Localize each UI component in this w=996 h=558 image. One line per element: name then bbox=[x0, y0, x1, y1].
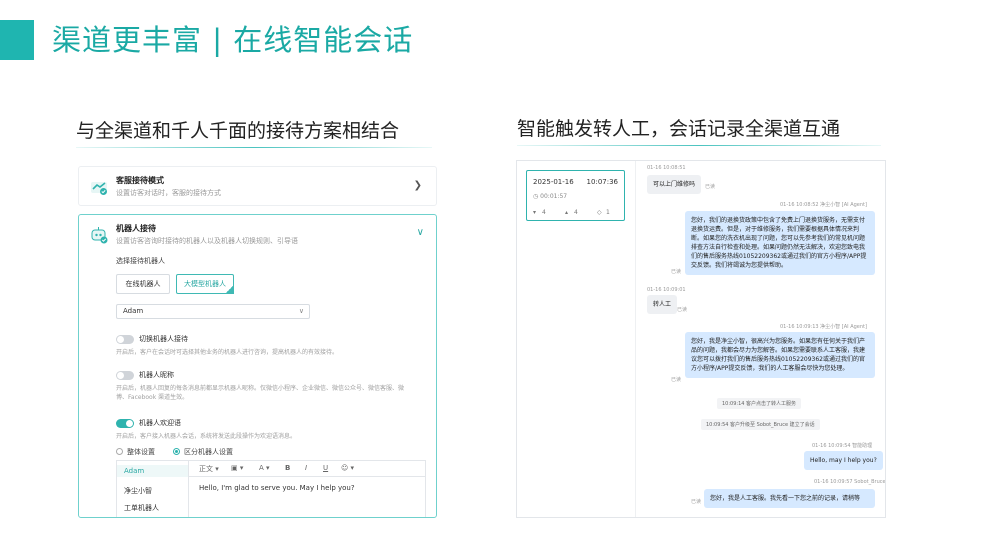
selected-corner-icon bbox=[225, 285, 234, 294]
settings-panel: 客服接待模式 设置访客对话时，客服的接待方式 ❯ 机器人接待 设置访客咨询时接待… bbox=[78, 166, 437, 518]
right-subtitle-underline bbox=[517, 145, 881, 146]
editor-toolbar: 正文 ▾ ▣ ▾ A ▾ B I U ☺ ▾ bbox=[189, 461, 425, 477]
stat-value: 4 bbox=[574, 209, 578, 216]
underline-icon[interactable]: U bbox=[323, 464, 328, 472]
per-robot-setting-radio[interactable] bbox=[173, 448, 180, 455]
per-robot-setting-label: 区分机器人设置 bbox=[184, 448, 233, 456]
paragraph-style-dropdown[interactable]: 正文 ▾ bbox=[199, 464, 219, 474]
left-subtitle: 与全渠道和千人千面的接待方案相结合 bbox=[76, 120, 400, 142]
message-meta: 01-16 10:09:54 智能助理 bbox=[812, 443, 873, 449]
choose-robot-label: 选择接待机器人 bbox=[116, 257, 165, 265]
robot-list: Adam 净尘小智 工单机器人 bbox=[117, 461, 189, 517]
robot-reception-title: 机器人接待 bbox=[116, 224, 156, 233]
message-meta: 01-16 10:09:57 Sobot_Bruce bbox=[814, 479, 886, 485]
chat-record-panel: 2025-01-16 10:07:36 ◷ 00:01:57 ▾ 4 ▴ 4 ◇… bbox=[516, 160, 886, 518]
reception-mode-title: 客服接待模式 bbox=[116, 176, 164, 185]
read-status: 已读 bbox=[671, 377, 682, 383]
overall-setting-radio[interactable] bbox=[116, 448, 123, 455]
switch-robot-toggle[interactable] bbox=[116, 335, 134, 344]
chevron-right-icon[interactable]: ❯ bbox=[414, 180, 422, 191]
robot-icon bbox=[91, 227, 108, 244]
robot-welcome-toggle[interactable] bbox=[116, 419, 134, 428]
bot-message: 您好，我是净尘小智，很高兴为您服务。如果您有任何关于我们产品的问题，我都会尽力为… bbox=[685, 332, 875, 378]
font-color-icon[interactable]: A ▾ bbox=[259, 464, 270, 472]
read-status: 已读 bbox=[671, 269, 682, 275]
session-date: 2025-01-16 bbox=[533, 178, 574, 186]
reception-mode-desc: 设置访客对话时，客服的接待方式 bbox=[116, 189, 221, 197]
customer-message: 可以上门维修吗 bbox=[647, 175, 702, 194]
switch-robot-label: 切换机器人接待 bbox=[139, 335, 188, 343]
welcome-message-text[interactable]: Hello, I'm glad to serve you. May I help… bbox=[199, 484, 355, 492]
read-status: 已读 bbox=[677, 307, 688, 313]
robot-reception-card: 机器人接待 设置访客咨询时接待的机器人以及机器人切换规则、引导语 ∨ 选择接待机… bbox=[78, 214, 437, 518]
emoji-icon[interactable]: ☺ ▾ bbox=[341, 464, 354, 472]
user-icon: ▴ bbox=[565, 209, 569, 216]
italic-icon[interactable]: I bbox=[305, 464, 307, 472]
session-card[interactable]: 2025-01-16 10:07:36 ◷ 00:01:57 ▾ 4 ▴ 4 ◇… bbox=[526, 170, 625, 221]
handshake-icon bbox=[91, 182, 107, 195]
session-duration: ◷ 00:01:57 bbox=[533, 193, 567, 200]
robot-nickname-toggle[interactable] bbox=[116, 371, 134, 380]
bold-icon[interactable]: B bbox=[285, 464, 290, 472]
system-notice: 10:09:54 客户升级至 Sobot_Bruce 建立了会话 bbox=[701, 419, 820, 430]
llm-robot-option-label: 大模型机器人 bbox=[184, 280, 226, 288]
message-meta: 01-16 10:09:13 净尘小智 [AI Agent] bbox=[780, 324, 867, 330]
image-icon[interactable]: ▣ ▾ bbox=[231, 464, 243, 472]
slide-title: 渠道更丰富 | 在线智能会话 bbox=[52, 23, 414, 57]
welcome-editor: Adam 净尘小智 工单机器人 正文 ▾ ▣ ▾ A ▾ B I U ☺ ▾ H… bbox=[116, 460, 426, 517]
robot-list-item[interactable]: 工单机器人 bbox=[124, 503, 159, 513]
signal-icon: ▾ bbox=[533, 209, 537, 216]
robot-select[interactable]: Adam ∨ bbox=[116, 304, 310, 319]
stat-value: 1 bbox=[606, 209, 610, 216]
robot-select-value: Adam bbox=[123, 307, 144, 315]
read-status: 已读 bbox=[705, 184, 716, 190]
robot-nickname-desc: 开启后，机器人回复的每条消息前都显示机器人昵称。仅微信小程序、企业微信、微信公众… bbox=[116, 385, 405, 401]
message-meta: 01-16 10:08:51 bbox=[647, 165, 686, 171]
message-meta: 01-16 10:08:52 净尘小智 [AI Agent] bbox=[780, 202, 867, 208]
message-meta: 01-16 10:09:01 bbox=[647, 287, 686, 293]
tag-icon: ◇ bbox=[597, 209, 602, 216]
customer-message: 转人工 bbox=[647, 295, 678, 314]
agent-message: 您好，我是人工客服。我先看一下您之前的记录，请稍等 bbox=[704, 489, 875, 508]
robot-welcome-desc: 开启后，客户接入机器人会话，系统将发送此段操作为欢迎语消息。 bbox=[116, 433, 297, 440]
robot-list-item[interactable]: Adam bbox=[124, 467, 144, 475]
clock-icon: ◷ bbox=[533, 193, 539, 200]
chevron-down-icon: ∨ bbox=[298, 307, 304, 315]
title-accent-bar bbox=[0, 20, 34, 60]
bot-message: 您好，我们的退换货政策中包含了免费上门退换货服务，无需支付退换货运费。但是，对于… bbox=[685, 211, 875, 275]
robot-welcome-label: 机器人欢迎语 bbox=[139, 419, 181, 427]
left-subtitle-underline bbox=[76, 147, 432, 148]
read-status: 已读 bbox=[691, 499, 702, 505]
panel-divider bbox=[635, 161, 636, 517]
right-subtitle: 智能触发转人工，会话记录全渠道互通 bbox=[517, 118, 841, 140]
reception-mode-card[interactable]: 客服接待模式 设置访客对话时，客服的接待方式 ❯ bbox=[78, 166, 437, 206]
llm-robot-option[interactable]: 大模型机器人 bbox=[176, 274, 234, 294]
robot-list-item[interactable]: 净尘小智 bbox=[124, 486, 152, 496]
system-notice: 10:09:14 客户点击了转人工服务 bbox=[717, 398, 802, 409]
session-time: 10:07:36 bbox=[586, 178, 618, 186]
agent-message: Hello, may I help you? bbox=[804, 451, 883, 470]
session-duration-value: 00:01:57 bbox=[540, 193, 568, 200]
chevron-down-icon[interactable]: ∨ bbox=[417, 227, 424, 238]
overall-setting-label: 整体设置 bbox=[127, 448, 155, 456]
switch-robot-desc: 开启后，客户在会话时可选择其他业务的机器人进行咨询，提高机器人的有效接待。 bbox=[116, 349, 339, 356]
robot-reception-desc: 设置访客咨询时接待的机器人以及机器人切换规则、引导语 bbox=[116, 237, 298, 245]
stat-value: 4 bbox=[542, 209, 546, 216]
online-robot-option[interactable]: 在线机器人 bbox=[116, 274, 170, 294]
robot-nickname-label: 机器人昵称 bbox=[139, 371, 174, 379]
